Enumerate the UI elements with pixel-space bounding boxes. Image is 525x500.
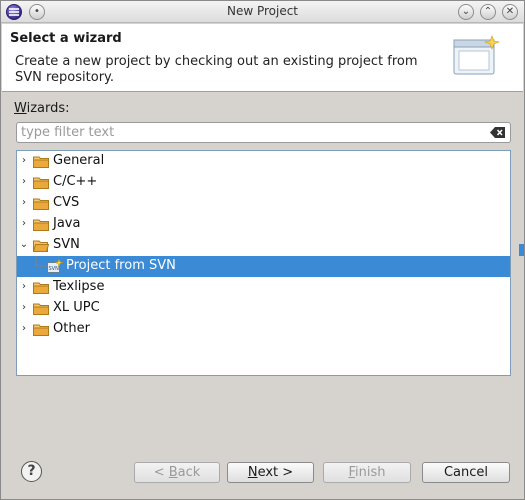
wizard-banner: Select a wizard Create a new project by … — [2, 24, 523, 92]
collapse-arrow-icon[interactable]: ⌄ — [19, 238, 29, 252]
wizards-label: Wizards: — [14, 101, 70, 116]
expand-arrow-icon[interactable]: › — [19, 322, 29, 336]
expand-arrow-icon[interactable]: › — [19, 217, 29, 231]
finish-button[interactable]: Finish — [323, 462, 411, 483]
tree-item-label: CVS — [53, 195, 80, 210]
wizard-tree[interactable]: › General › C/C++ › CVS › Java ⌄ SVN SVN… — [16, 150, 511, 376]
title-bar: • New Project ⌄ ⌃ ✕ — [1, 1, 524, 23]
new-wizard-icon — [453, 35, 500, 75]
folder-icon — [33, 219, 49, 231]
maximize-icon[interactable]: ⌃ — [480, 4, 496, 20]
tree-item-xl-upc[interactable]: › XL UPC — [17, 298, 510, 319]
svn-project-icon: SVN — [47, 259, 63, 273]
filter-input[interactable] — [17, 123, 477, 142]
filter-field[interactable] — [16, 122, 511, 143]
folder-icon — [33, 198, 49, 210]
tree-item-texlipse[interactable]: › Texlipse — [17, 277, 510, 298]
back-button[interactable]: < Back — [134, 462, 220, 483]
tree-item-other[interactable]: › Other — [17, 319, 510, 340]
tree-item-cvs[interactable]: › CVS — [17, 193, 510, 214]
svg-text:SVN: SVN — [49, 266, 60, 272]
tree-item-general[interactable]: › General — [17, 151, 510, 172]
expand-arrow-icon[interactable]: › — [19, 280, 29, 294]
cancel-button[interactable]: Cancel — [422, 462, 510, 483]
clear-filter-icon[interactable] — [490, 127, 506, 138]
tree-item-label: C/C++ — [53, 174, 98, 189]
tree-item-project-from-svn[interactable]: SVN Project from SVN — [17, 256, 510, 277]
folder-icon — [33, 156, 49, 168]
tree-item-label: Other — [53, 321, 90, 336]
minimize-icon[interactable]: ⌄ — [458, 4, 474, 20]
expand-arrow-icon[interactable]: › — [19, 301, 29, 315]
banner-description: Create a new project by checking out an … — [15, 54, 418, 85]
folder-open-icon — [33, 240, 49, 252]
help-button[interactable]: ? — [21, 461, 42, 482]
tree-item-label: Java — [53, 216, 81, 231]
resize-sash[interactable] — [519, 244, 524, 256]
tree-item-java[interactable]: › Java — [17, 214, 510, 235]
expand-arrow-icon[interactable]: › — [19, 154, 29, 168]
folder-icon — [33, 177, 49, 189]
window-title: New Project — [226, 4, 299, 18]
expand-arrow-icon[interactable]: › — [19, 175, 29, 189]
next-button[interactable]: Next > — [227, 462, 314, 483]
tree-item-label: Project from SVN — [66, 258, 176, 273]
expand-arrow-icon[interactable]: › — [19, 196, 29, 210]
folder-icon — [33, 282, 49, 294]
tree-item-cpp[interactable]: › C/C++ — [17, 172, 510, 193]
tree-item-label: Texlipse — [53, 279, 105, 294]
tree-item-label: SVN — [53, 237, 80, 252]
new-project-dialog: • New Project ⌄ ⌃ ✕ Select a wizard Crea… — [0, 0, 525, 500]
tree-item-svn[interactable]: ⌄ SVN — [17, 235, 510, 256]
close-icon[interactable]: ✕ — [502, 4, 518, 20]
tree-item-label: XL UPC — [53, 300, 100, 315]
tree-item-label: General — [53, 153, 105, 168]
folder-icon — [33, 324, 49, 336]
banner-title: Select a wizard — [10, 31, 122, 46]
folder-icon — [33, 303, 49, 315]
